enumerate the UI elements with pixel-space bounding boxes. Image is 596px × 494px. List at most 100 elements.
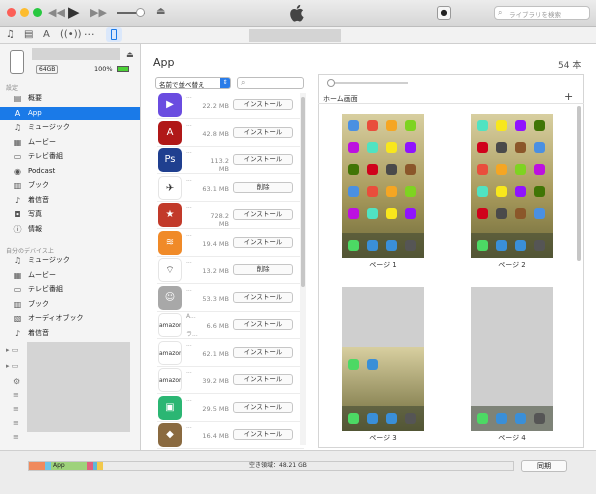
minimize-window-button[interactable] [20,8,29,17]
sidebar-item-settings[interactable]: ◘ 写真 [0,208,140,221]
playlist-icon[interactable]: ≡ [13,391,19,399]
zoom-slider[interactable] [330,82,408,84]
install-button[interactable]: インストール [233,374,293,385]
install-button[interactable]: インストール [233,429,293,440]
sidebar-item-settings[interactable]: A App [0,106,140,120]
sidebar-item-on-device[interactable]: ▥ ブック [0,298,140,311]
home-screen-scroll-thumb[interactable] [577,106,581,261]
home-app-icon [496,142,507,153]
playlist-icon[interactable]: ≡ [13,419,19,427]
app-size: 19.4 MB [202,239,229,248]
app-row: Ps... 113.2 MB インストール [157,146,304,174]
sidebar-item-on-device[interactable]: ▧ オーディオブック [0,312,140,325]
home-app-icon [348,186,359,197]
zoom-window-button[interactable] [33,8,42,17]
add-page-button[interactable]: + [564,90,573,103]
app-name: ... [186,203,192,210]
home-screen-page[interactable] [471,114,553,258]
app-name: ... [186,340,192,348]
app-row: ★... 728.2 MB インストール [157,201,304,229]
app-icon: A [14,108,21,118]
sidebar-item-on-device[interactable]: ▦ ムービー [0,269,140,282]
sort-dropdown[interactable]: 名前で並べ替え ⇕ [155,77,231,89]
book-icon: ▥ [13,181,22,190]
close-window-button[interactable] [7,8,16,17]
install-button[interactable]: インストール [233,291,293,303]
home-app-icon [534,186,545,197]
remove-button[interactable]: 削除 [233,264,293,275]
install-button[interactable]: インストール [233,346,293,358]
zoom-slider-knob[interactable] [327,79,335,87]
sidebar-item-settings[interactable]: ♪ 着信音 [0,194,140,207]
search-icon: ⌕ [241,78,246,87]
library-search-field[interactable]: ⌕ ライブラリを検索 [494,6,590,20]
more-icon[interactable]: ··· [84,28,95,41]
sidebar-item-label: App [28,108,42,117]
app-name: ... [186,258,192,265]
sidebar-item-settings[interactable]: ▭ テレビ番組 [0,150,140,163]
gear-icon[interactable]: ⚙ [13,377,20,386]
home-app-icon [348,142,359,153]
install-button[interactable]: インストール [233,401,293,413]
sidebar-item-label: 写真 [28,210,42,218]
rewind-icon[interactable]: ◀◀ [48,6,65,19]
sidebar-item-on-device[interactable]: ♪ 着信音 [0,327,140,340]
sidebar-item-settings[interactable]: ⓘ 情報 [0,223,140,236]
dock [342,233,424,258]
home-screen-page[interactable] [342,114,424,258]
eject-icon[interactable]: ⏏ [126,50,134,59]
music-icon[interactable]: ♫ [6,29,15,40]
install-button[interactable]: インストール [233,126,293,138]
sidebar-item-settings[interactable]: ▥ ブック [0,179,140,192]
home-app-icon [515,208,526,219]
app-row: ▶... 22.2 MB インストール [157,91,304,119]
playlist-folder-icon[interactable]: ▸ ▭ [6,362,18,370]
play-icon[interactable]: ▶ [68,3,80,21]
app-search-input[interactable]: ⌕ [237,77,304,89]
app-name: ... [186,423,192,430]
install-button[interactable]: インストール [233,319,293,330]
playlist-icon[interactable]: ≡ [13,405,19,413]
install-button[interactable]: インストール [233,236,293,248]
apple-logo-icon [290,4,304,22]
movie-icon[interactable]: ▤ [24,29,33,40]
app-list-scroll-thumb[interactable] [301,97,305,287]
airplay-icon[interactable]: ⏏ [156,6,165,17]
install-button[interactable]: インストール [233,209,293,220]
home-app-icon [515,186,526,197]
sidebar-item-settings[interactable]: ▤ 概要 [0,92,140,105]
sidebar-item-label: ブック [28,299,49,308]
sidebar-item-on-device[interactable]: ▭ テレビ番組 [0,283,140,296]
account-icon[interactable]: ● [437,6,451,20]
search-placeholder: ライブラリを検索 [509,11,561,19]
bell-icon: ♪ [14,195,21,205]
device-button[interactable] [106,27,122,42]
app-size: 62.1 MB [202,349,229,358]
app-size: 113.2 MB [210,157,229,173]
dock-app-icon [496,240,507,251]
book-icon: ▥ [13,299,22,309]
sync-button[interactable]: 同期 [521,460,567,472]
app-size: 22.2 MB [202,102,229,110]
dock-app-icon [386,240,397,251]
app-store-icon[interactable]: A [43,29,50,40]
install-button[interactable]: インストール [233,99,293,110]
sidebar-item-settings[interactable]: ◉ Podcast [0,165,140,178]
remove-button[interactable]: 削除 [233,181,293,193]
home-screen-page[interactable] [342,287,424,431]
fast-forward-icon[interactable]: ▶▶ [90,6,107,19]
podcast-icon[interactable]: ((•)) [60,29,82,40]
device-name-redacted [249,29,341,42]
app-list-scrollbar[interactable] [300,93,306,445]
app-size: 16.4 MB [202,432,229,440]
sidebar-item-on-device[interactable]: ♫ ミュージック [0,254,140,267]
home-screen-page[interactable] [471,287,553,431]
install-button[interactable]: インストール [233,154,293,165]
playlist-folder-icon[interactable]: ▸ ▭ [6,346,18,354]
playlist-icon[interactable]: ≡ [13,433,19,441]
volume-knob[interactable] [136,8,145,17]
app-icon: ✈ [158,175,182,200]
sidebar-item-settings[interactable]: ♫ ミュージック [0,121,140,134]
home-app-icon [386,186,397,197]
sidebar-item-settings[interactable]: ▦ ムービー [0,136,140,149]
